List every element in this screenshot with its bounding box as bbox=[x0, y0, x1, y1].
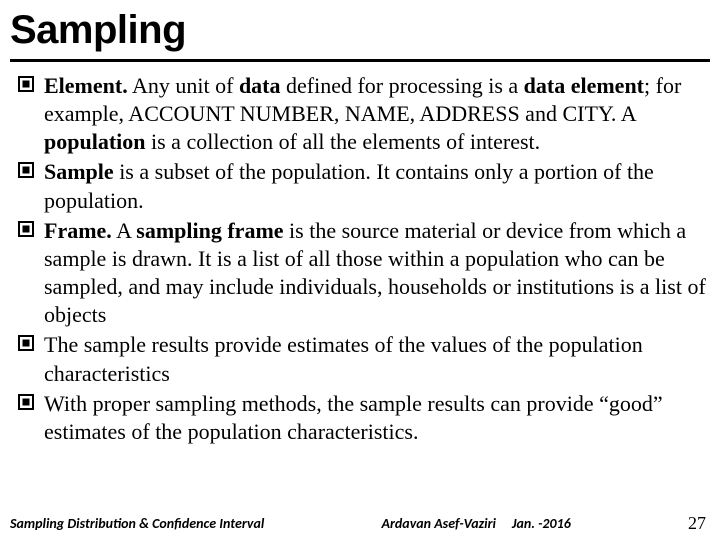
bullet-icon bbox=[18, 394, 34, 410]
list-item: Sample is a subset of the population. It… bbox=[18, 158, 706, 214]
bullet-text: With proper sampling methods, the sample… bbox=[44, 390, 706, 446]
bullet-text: Frame. A sampling frame is the source ma… bbox=[44, 217, 706, 330]
bullet-text: The sample results provide estimates of … bbox=[44, 331, 706, 387]
page-title: Sampling bbox=[10, 8, 710, 53]
bullet-list: Element. Any unit of data defined for pr… bbox=[10, 72, 710, 446]
footer-author: Ardavan Asef-Vaziri bbox=[382, 515, 496, 532]
footer-mid: Ardavan Asef-Vaziri Jan. -2016 bbox=[264, 515, 688, 532]
slide: Sampling Element. Any unit of data defin… bbox=[0, 0, 720, 540]
bullet-icon bbox=[18, 162, 34, 178]
bullet-icon bbox=[18, 221, 34, 237]
list-item: Element. Any unit of data defined for pr… bbox=[18, 72, 706, 156]
title-rule bbox=[10, 59, 710, 62]
list-item: With proper sampling methods, the sample… bbox=[18, 390, 706, 446]
footer-page: 27 bbox=[688, 513, 706, 534]
list-item: The sample results provide estimates of … bbox=[18, 331, 706, 387]
bullet-text: Element. Any unit of data defined for pr… bbox=[44, 72, 706, 156]
footer-date: Jan. -2016 bbox=[512, 515, 571, 532]
list-item: Frame. A sampling frame is the source ma… bbox=[18, 217, 706, 330]
bullet-text: Sample is a subset of the population. It… bbox=[44, 158, 706, 214]
footer-left: Sampling Distribution & Confidence Inter… bbox=[10, 515, 264, 532]
bullet-icon bbox=[18, 76, 34, 92]
footer: Sampling Distribution & Confidence Inter… bbox=[0, 513, 720, 534]
bullet-icon bbox=[18, 335, 34, 351]
